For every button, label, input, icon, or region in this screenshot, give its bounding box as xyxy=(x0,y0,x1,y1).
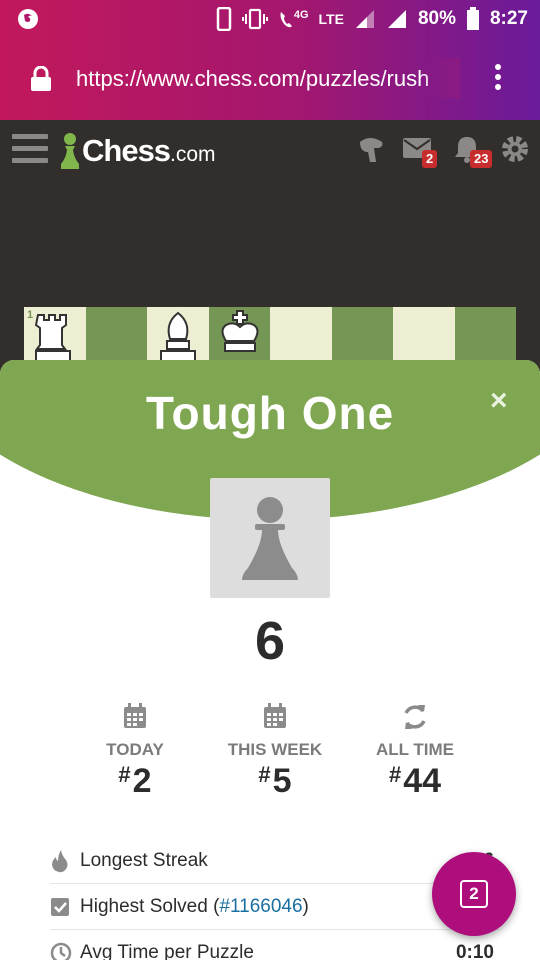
board-square[interactable]: 1 xyxy=(24,307,86,367)
stat-value: #44 xyxy=(355,762,475,801)
longest-streak-label: Longest Streak xyxy=(80,849,208,871)
stat-this-week: THIS WEEK #5 xyxy=(215,702,335,801)
signal-icon-1 xyxy=(355,10,374,28)
signal-icon-2 xyxy=(387,10,406,28)
stat-value: #5 xyxy=(215,762,335,801)
call-icon xyxy=(280,12,292,28)
stat-hash: # xyxy=(388,762,402,787)
white-rook-icon xyxy=(34,314,71,362)
phone-icon xyxy=(216,7,232,31)
firefox-icon xyxy=(18,9,38,29)
bar xyxy=(12,134,48,139)
stat-number: 2 xyxy=(132,762,152,800)
url-fade xyxy=(420,58,460,98)
bar xyxy=(12,146,48,151)
board-square[interactable] xyxy=(331,307,393,367)
stat-label: ALL TIME xyxy=(375,740,455,759)
hamburger-menu-button[interactable] xyxy=(12,134,48,166)
highest-solved-label: Highest Solved (#1166046) xyxy=(80,896,309,918)
avg-time-label: Avg Time per Puzzle xyxy=(80,942,254,960)
gear-icon[interactable] xyxy=(500,134,530,164)
logo-suffix: .com xyxy=(170,143,216,166)
clock: 8:27 xyxy=(489,8,528,29)
site-header: Chess.com 2 23 xyxy=(0,120,540,182)
rankings: TODAY #2 THIS WEEK #5 ALL TIME #44 xyxy=(75,702,475,801)
browser-menu-button[interactable] xyxy=(488,64,508,94)
chess-board[interactable]: 1 xyxy=(24,307,516,367)
stat-number: 44 xyxy=(403,762,442,800)
dot xyxy=(495,74,501,80)
pawn-icon xyxy=(242,497,298,580)
stat-label: TODAY xyxy=(106,740,164,759)
status-bar: 4G LTE 80% 8:27 xyxy=(0,0,540,38)
lte-label: LTE xyxy=(318,11,344,27)
list-item: Avg Time per Puzzle 0:10 xyxy=(50,930,500,960)
notifications-badge: 23 xyxy=(470,150,493,168)
stat-label: THIS WEEK xyxy=(227,740,323,759)
stat-today: TODAY #2 xyxy=(75,702,195,801)
board-square[interactable] xyxy=(208,307,270,367)
logo-text: Chess.com xyxy=(82,133,216,169)
list-item: Longest Streak 6 xyxy=(50,838,500,884)
refresh-icon xyxy=(355,702,475,736)
stat-number: 5 xyxy=(272,762,292,800)
board-square[interactable] xyxy=(454,307,516,367)
notifications-button[interactable]: 23 xyxy=(452,134,493,169)
call-4g-indicator: 4G xyxy=(278,9,309,29)
white-bishop-icon xyxy=(160,311,196,362)
white-king-icon xyxy=(221,310,258,352)
tab-count: 2 xyxy=(460,880,488,908)
rank-image xyxy=(210,478,330,598)
flame-icon xyxy=(50,849,80,873)
vibrate-icon xyxy=(241,8,268,30)
dot xyxy=(495,84,501,90)
modal-title: Tough One xyxy=(145,387,395,439)
board-square[interactable] xyxy=(393,307,455,367)
label-text: ) xyxy=(302,895,309,917)
puzzle-link[interactable]: #1166046 xyxy=(219,896,302,917)
play-icon[interactable] xyxy=(356,134,388,166)
board-area: 1 xyxy=(0,182,540,372)
board-square[interactable] xyxy=(270,307,332,367)
avg-time-value: 0:10 xyxy=(455,942,494,960)
pawn-logo-icon xyxy=(61,133,79,169)
tabs-fab-button[interactable]: 2 xyxy=(432,852,516,936)
clock-icon xyxy=(50,942,80,960)
calendar-icon xyxy=(215,702,335,736)
stat-all-time: ALL TIME #44 xyxy=(355,702,475,801)
stat-hash: # xyxy=(258,762,271,787)
messages-badge: 2 xyxy=(422,150,438,168)
battery-icon xyxy=(466,7,479,30)
battery-percent: 80% xyxy=(417,8,456,29)
chess-logo[interactable]: Chess.com xyxy=(58,126,216,176)
messages-button[interactable]: 2 xyxy=(402,134,438,168)
label-text: Highest Solved ( xyxy=(80,895,220,917)
board-square[interactable] xyxy=(147,307,209,367)
lock-icon[interactable] xyxy=(30,66,52,92)
logo-main: Chess xyxy=(82,133,171,168)
close-button[interactable]: × xyxy=(490,384,508,418)
calendar-icon xyxy=(75,702,195,736)
checkbox-icon xyxy=(50,897,80,917)
browser-toolbar: https://www.chess.com/puzzles/rush xyxy=(0,38,540,120)
stat-value: #2 xyxy=(75,762,195,801)
url-field[interactable]: https://www.chess.com/puzzles/rush xyxy=(76,66,448,92)
stat-hash: # xyxy=(118,762,131,787)
bar xyxy=(12,158,48,163)
dot xyxy=(495,64,501,70)
board-square[interactable] xyxy=(85,307,147,367)
score-value: 6 xyxy=(254,611,286,671)
